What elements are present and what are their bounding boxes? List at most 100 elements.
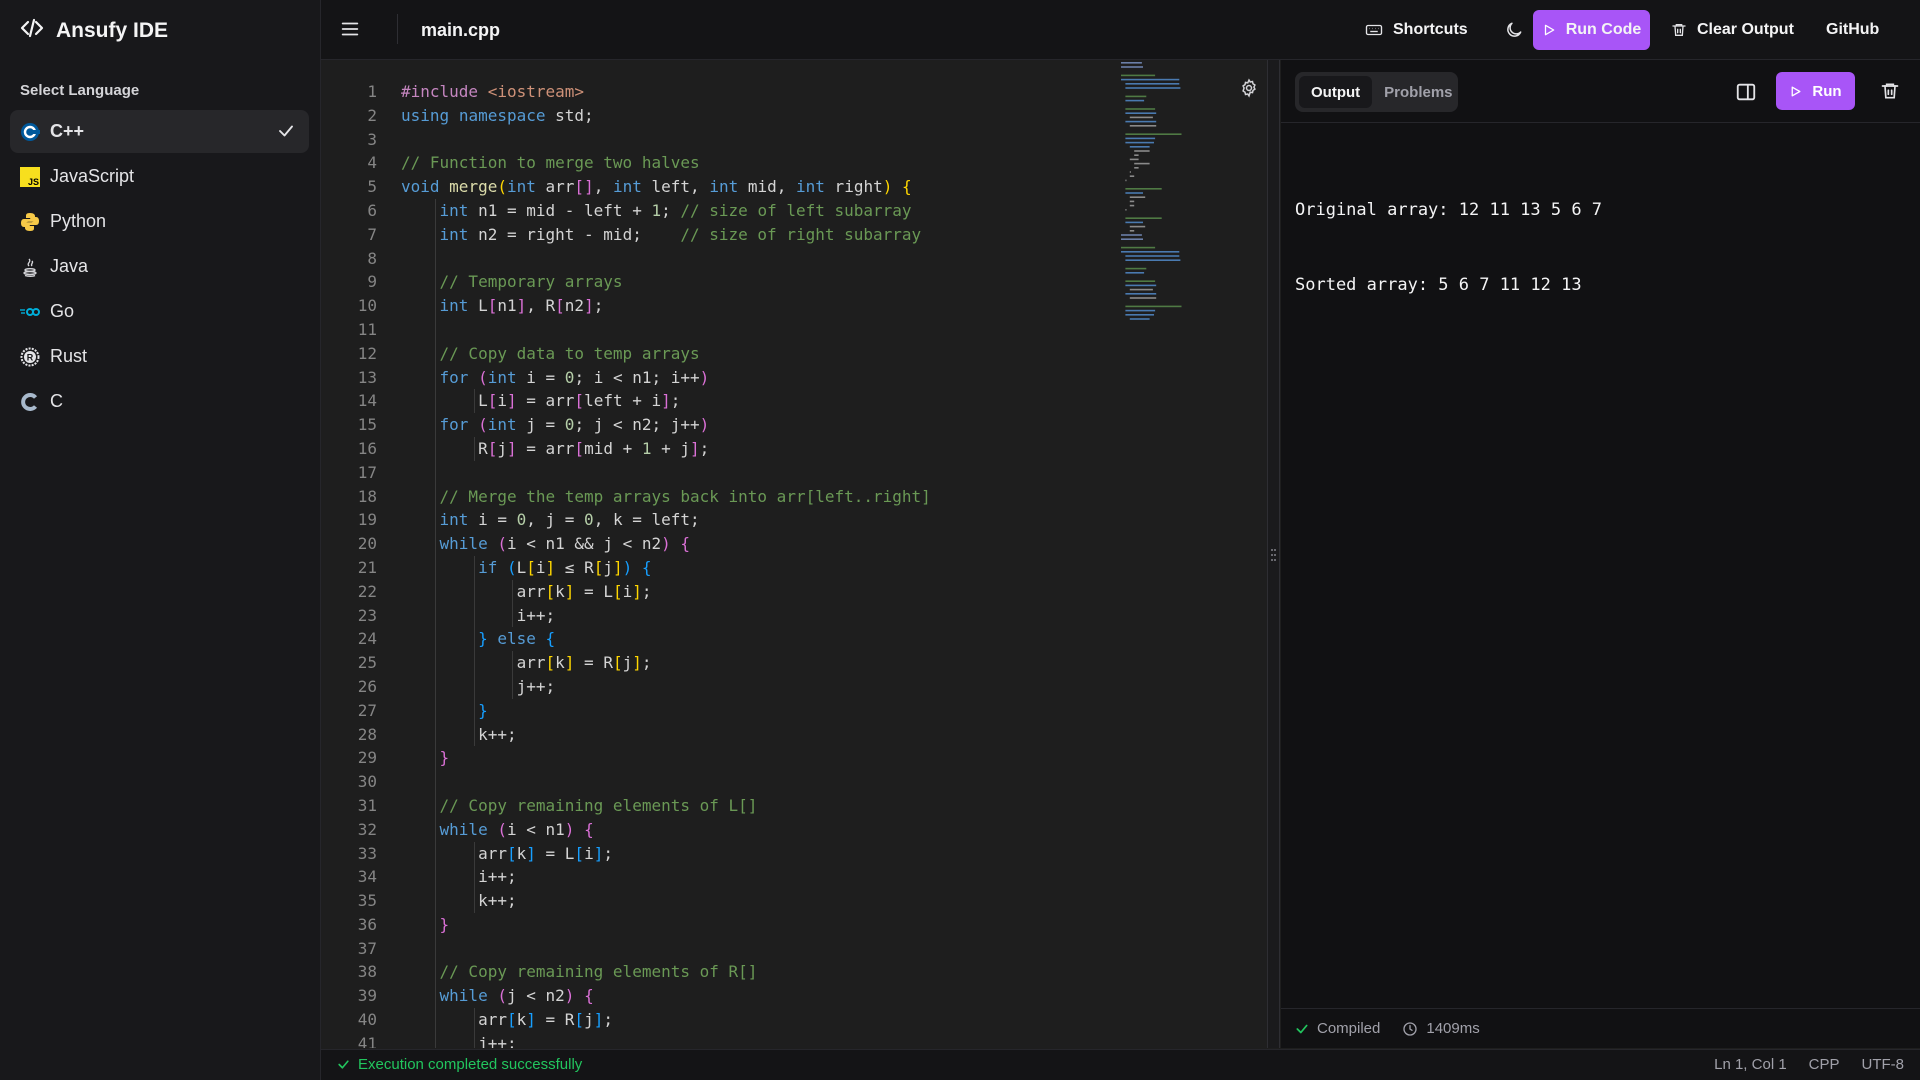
brand[interactable]: Ansufy IDE [20, 18, 168, 44]
code-line[interactable]: j++; [401, 1031, 931, 1048]
gear-icon[interactable] [1239, 78, 1259, 98]
code-line[interactable]: while (j < n2) { [401, 984, 931, 1009]
language-item-c[interactable]: C [10, 380, 309, 423]
code-line[interactable]: int n1 = mid - left + 1; // size of left… [401, 198, 931, 223]
code-line[interactable]: } [401, 698, 931, 723]
indent-guide [435, 341, 436, 366]
code-line[interactable]: void merge(int arr[], int left, int mid,… [401, 175, 931, 199]
indent-guide [435, 627, 436, 652]
code-line[interactable]: arr[k] = L[i]; [401, 579, 931, 604]
code-line[interactable]: } else { [401, 627, 931, 652]
indent-guide [435, 793, 436, 818]
code-line[interactable]: int L[n1], R[n2]; [401, 294, 931, 318]
trash-icon[interactable] [1880, 81, 1900, 101]
code-brackets-icon [20, 16, 44, 46]
line-number: 4 [367, 153, 377, 173]
line-number: 3 [367, 129, 377, 149]
code-line[interactable] [401, 128, 931, 152]
code-line[interactable]: } [401, 746, 931, 771]
tab-output[interactable]: Output [1299, 76, 1373, 108]
language-list: C++ JS JavaScript Python Java Go R Rust … [10, 110, 309, 425]
code-line[interactable]: // Copy remaining elements of L[] [401, 793, 931, 818]
code-line[interactable] [401, 317, 931, 342]
code-line[interactable]: // Copy remaining elements of R[] [401, 960, 931, 985]
drag-handle-icon[interactable] [1271, 548, 1276, 562]
line-number: 33 [357, 843, 377, 863]
indent-guide [473, 865, 475, 890]
code-line[interactable]: int i = 0, j = 0, k = left; [401, 508, 931, 533]
code-line[interactable]: i++; [401, 603, 931, 628]
language-item-go[interactable]: Go [10, 290, 309, 333]
code-line[interactable]: k++; [401, 889, 931, 913]
code-line[interactable]: R[j] = arr[mid + 1 + j]; [401, 436, 931, 461]
language-mode[interactable]: CPP [1809, 1056, 1840, 1073]
line-number: 24 [357, 629, 377, 649]
indent-guide [473, 841, 475, 866]
line-number: 34 [357, 867, 377, 887]
code-line[interactable] [401, 460, 931, 485]
minimap-line [1134, 154, 1139, 156]
minimap-line [1121, 74, 1156, 77]
language-item-python[interactable]: Python [10, 200, 309, 243]
code-line[interactable]: arr[k] = R[j]; [401, 651, 931, 675]
code-line[interactable]: // Copy data to temp arrays [401, 341, 931, 366]
minimap-line [1129, 175, 1135, 177]
language-item-rust[interactable]: R Rust [10, 335, 309, 378]
run-button[interactable]: Run [1776, 72, 1855, 110]
minimap[interactable] [1119, 60, 1229, 370]
file-name-tab[interactable]: main.cpp [421, 20, 500, 41]
menu-icon[interactable] [339, 18, 361, 40]
code-area[interactable]: #include <iostream> using namespace std; /… [401, 80, 931, 1048]
line-number: 27 [357, 700, 377, 720]
code-line[interactable]: j++; [401, 674, 931, 699]
run-code-button[interactable]: Run Code [1533, 10, 1650, 50]
minimap-line [1121, 238, 1143, 240]
code-line[interactable]: arr[k] = L[i]; [401, 841, 931, 866]
cursor-position[interactable]: Ln 1, Col 1 [1714, 1056, 1787, 1073]
code-line[interactable] [401, 936, 931, 961]
line-number: 32 [357, 819, 377, 839]
code-line[interactable] [401, 246, 931, 271]
theme-toggle-button[interactable] [1494, 10, 1534, 50]
code-line[interactable]: #include <iostream> [401, 80, 931, 104]
status-bar: Execution completed successfully Ln 1, C… [321, 1049, 1920, 1080]
minimap-line [1125, 280, 1156, 282]
minimap-line [1125, 179, 1127, 182]
code-line[interactable]: for (int i = 0; i < n1; i++) [401, 365, 931, 390]
code-line[interactable]: arr[k] = R[j]; [401, 1008, 931, 1032]
code-line[interactable]: // Function to merge two halves [401, 151, 931, 175]
line-number: 25 [357, 653, 377, 673]
code-editor[interactable]: 1 2 3 4 5 6 7 8 9 10 11 12 13 14 15 16 17 18 19 20 21 22 23 24 2… [321, 60, 1266, 1048]
panel-layout-icon[interactable] [1735, 81, 1757, 103]
clear-output-button[interactable]: Clear Output [1671, 10, 1794, 50]
file-encoding[interactable]: UTF-8 [1862, 1056, 1905, 1073]
code-line[interactable]: } [401, 912, 931, 937]
github-link[interactable]: GitHub [1826, 10, 1879, 50]
line-number: 35 [357, 891, 377, 911]
code-line[interactable] [401, 770, 931, 794]
code-line[interactable]: // Merge the temp arrays back into arr[l… [401, 484, 931, 509]
language-item-javascript[interactable]: JS JavaScript [10, 155, 309, 198]
code-line[interactable]: using namespace std; [401, 104, 931, 128]
code-line[interactable]: for (int j = 0; j < n2; j++) [401, 413, 931, 437]
code-line[interactable]: L[i] = arr[left + i]; [401, 389, 931, 414]
code-line[interactable]: int n2 = right - mid; // size of right s… [401, 222, 931, 247]
language-item-java[interactable]: Java [10, 245, 309, 288]
panel-splitter[interactable] [1267, 60, 1280, 1048]
line-number: 2 [367, 105, 377, 125]
shortcuts-button[interactable]: Shortcuts [1365, 10, 1468, 50]
code-line[interactable]: while (i < n1) { [401, 817, 931, 842]
code-line[interactable]: if (L[i] ≤ R[j]) { [401, 555, 931, 580]
output-console: Original array: 12 11 13 5 6 7 Sorted ar… [1295, 148, 1602, 348]
minimap-line [1125, 87, 1181, 89]
code-line[interactable]: while (i < n1 && j < n2) { [401, 532, 931, 556]
language-item-cpp[interactable]: C++ [10, 110, 309, 153]
code-line[interactable]: // Temporary arrays [401, 270, 931, 295]
top-bar: main.cpp Shortcuts Run Code Clear Output… [321, 0, 1920, 60]
tab-problems[interactable]: Problems [1372, 76, 1464, 108]
minimap-line [1125, 217, 1162, 219]
compiled-label: Compiled [1317, 1020, 1381, 1037]
code-line[interactable]: i++; [401, 865, 931, 890]
minimap-line [1134, 162, 1150, 165]
code-line[interactable]: k++; [401, 722, 931, 747]
